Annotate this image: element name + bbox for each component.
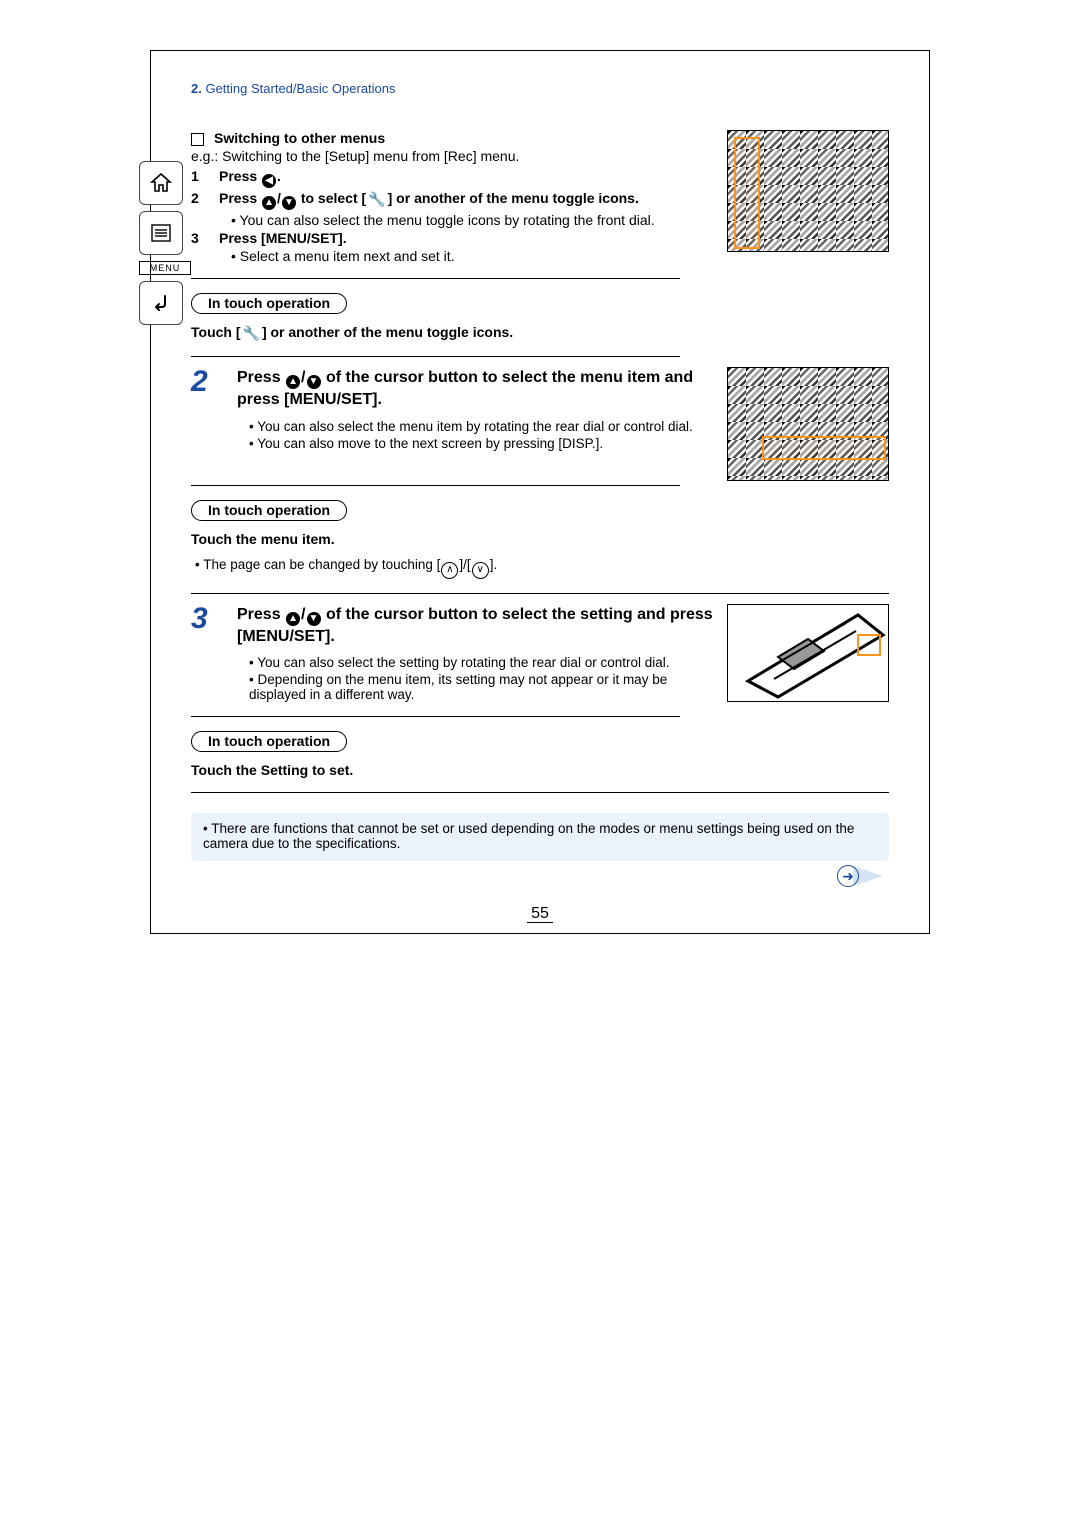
screenshot-thumbnail-1 xyxy=(727,130,889,252)
touch-instruction-1: Touch [🔧] or another of the menu toggle … xyxy=(191,324,889,342)
wrench-icon: 🔧 xyxy=(243,325,260,342)
page-up-icon: ∧ xyxy=(441,562,458,579)
back-arrow-icon xyxy=(149,291,173,315)
next-arrow-icon: ➜ xyxy=(837,865,859,887)
touch-operation-label-1: In touch operation xyxy=(191,293,347,314)
down-dir-icon: ▼ xyxy=(307,375,321,389)
screenshot-thumbnail-3 xyxy=(727,604,889,702)
touch-operation-label-2: In touch operation xyxy=(191,500,347,521)
side-nav: MENU xyxy=(139,161,191,325)
main-step-2: 2 Press ▲/▼ of the cursor button to sele… xyxy=(191,367,713,411)
home-icon xyxy=(149,171,173,195)
chapter-heading: 2. Getting Started/Basic Operations xyxy=(181,81,899,96)
touch-instruction-2-heading: Touch the menu item. xyxy=(191,531,889,547)
left-dir-icon: ◀ xyxy=(262,174,276,188)
home-button[interactable] xyxy=(139,161,183,205)
note-box: • There are functions that cannot be set… xyxy=(191,813,889,861)
square-bullet-icon xyxy=(191,133,204,146)
screenshot-thumbnail-2 xyxy=(727,367,889,481)
next-page-button[interactable]: ➜ xyxy=(191,865,883,887)
switching-step-2: 2 Press ▲/▼ to select [🔧] or another of … xyxy=(191,190,713,210)
up-dir-icon: ▲ xyxy=(286,375,300,389)
touch-instruction-3-heading: Touch the Setting to set. xyxy=(191,762,889,778)
touch-instruction-2-notes: The page can be changed by touching [∧]/… xyxy=(195,557,889,579)
down-dir-icon: ▼ xyxy=(282,196,296,210)
down-dir-icon: ▼ xyxy=(307,612,321,626)
switching-step-1: 1 Press ◀. xyxy=(191,168,713,188)
page-down-icon: ∨ xyxy=(472,562,489,579)
list-icon xyxy=(149,221,173,245)
up-dir-icon: ▲ xyxy=(286,612,300,626)
up-dir-icon: ▲ xyxy=(262,196,276,210)
touch-operation-label-3: In touch operation xyxy=(191,731,347,752)
toc-button[interactable] xyxy=(139,211,183,255)
wrench-icon: 🔧 xyxy=(368,191,385,208)
menu-button[interactable]: MENU xyxy=(139,261,191,275)
back-button[interactable] xyxy=(139,281,183,325)
page-number: 55 xyxy=(181,905,899,923)
switching-step-3: 3 Press [MENU/SET]. xyxy=(191,230,713,246)
main-step-3: 3 Press ▲/▼ of the cursor button to sele… xyxy=(191,604,713,648)
switching-heading: Switching to other menus xyxy=(191,130,713,146)
